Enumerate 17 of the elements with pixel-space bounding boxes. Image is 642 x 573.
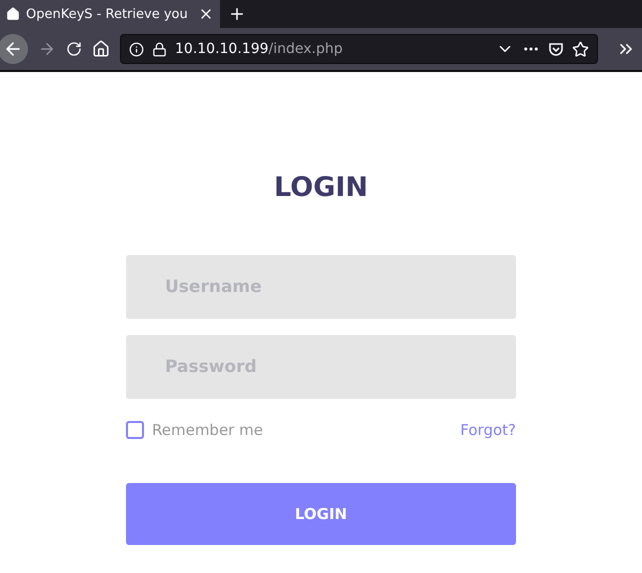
login-title: LOGIN [274,172,368,203]
browser-tab[interactable]: OpenKeyS - Retrieve you [0,0,220,28]
url-path: /index.php [268,41,343,57]
home-icon [6,7,20,21]
info-icon[interactable] [129,42,144,56]
home-icon[interactable] [92,40,110,58]
star-icon[interactable] [572,40,589,58]
new-tab-icon[interactable] [228,5,246,23]
forward-icon[interactable] [38,40,56,58]
reload-icon[interactable] [66,41,82,57]
url-host: 10.10.10.199 [175,41,269,57]
back-button[interactable] [0,34,28,64]
tab-title: OpenKeyS - Retrieve you [26,6,189,22]
pocket-icon[interactable] [548,41,564,57]
remember-checkbox[interactable] [126,421,144,439]
address-bar[interactable]: 10.10.10.199/index.php [120,34,598,64]
remember-label: Remember me [152,421,263,439]
